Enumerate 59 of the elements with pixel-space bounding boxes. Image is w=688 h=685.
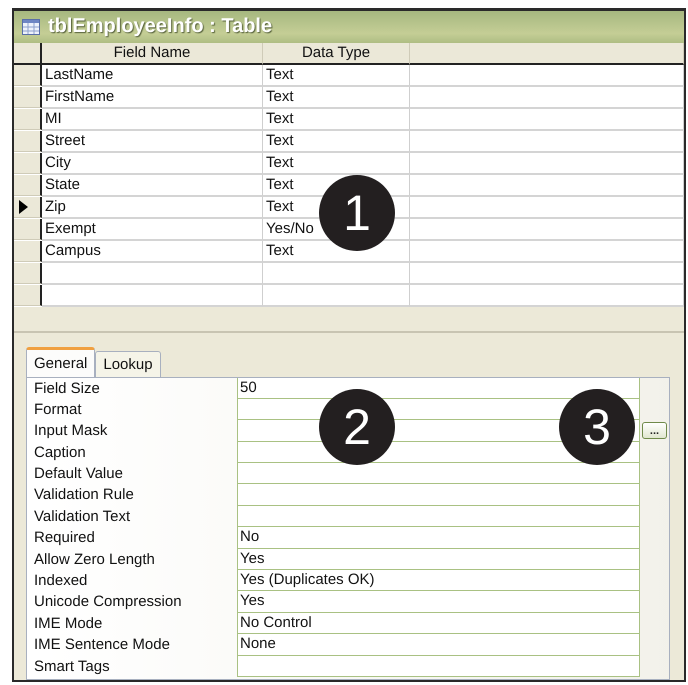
property-label: Caption [33, 442, 87, 463]
field-name-cell[interactable]: Zip [42, 196, 263, 219]
data-type-text[interactable]: Text [266, 242, 294, 259]
field-name-cell[interactable]: LastName [42, 64, 263, 87]
property-label: Input Mask [33, 421, 108, 442]
property-value-field[interactable]: 50 [237, 378, 640, 399]
row-selector[interactable] [14, 262, 42, 284]
property-value-field[interactable]: Yes [237, 548, 640, 570]
field-name-cell[interactable]: City [42, 152, 263, 175]
property-label: Required [33, 528, 96, 548]
tab[interactable]: Lookup [95, 350, 161, 377]
row-selector[interactable] [14, 196, 42, 218]
row-selector[interactable] [14, 108, 42, 130]
row-selector[interactable] [14, 86, 42, 108]
property-label: Format [33, 400, 83, 420]
tab[interactable]: General [26, 346, 96, 377]
property-label: Indexed [33, 571, 88, 592]
row-selector[interactable] [14, 240, 42, 262]
row-selector[interactable] [14, 152, 42, 174]
field-name-cell[interactable]: Campus [42, 240, 263, 263]
row-selector[interactable] [14, 130, 42, 152]
property-label: Default Value [33, 464, 124, 484]
field-name-cell[interactable]: State [42, 174, 263, 197]
data-type-text[interactable]: Text [266, 176, 294, 193]
row-selector[interactable] [14, 218, 42, 240]
row-selector[interactable] [14, 174, 42, 196]
property-value-field[interactable]: No [237, 527, 640, 549]
column-header[interactable]: Field Name [42, 42, 263, 65]
corner-cell[interactable] [14, 42, 42, 65]
property-value-field[interactable]: No Control [237, 612, 640, 634]
property-value-field[interactable]: Yes [237, 591, 640, 613]
row-selector[interactable] [14, 284, 42, 306]
data-type-text[interactable]: Text [266, 66, 294, 83]
data-type-text[interactable]: Text [266, 110, 294, 127]
current-row-icon [19, 200, 28, 214]
data-type-text[interactable]: Text [266, 132, 294, 149]
data-type-text[interactable]: Text [266, 88, 294, 105]
property-label: IME Mode [33, 614, 104, 634]
data-type-text[interactable]: Text [266, 154, 294, 171]
property-label: Smart Tags [33, 656, 111, 677]
property-value-field[interactable]: None [237, 634, 640, 656]
field-name-cell[interactable]: Street [42, 130, 263, 153]
builder-button[interactable]: ... [642, 422, 667, 440]
field-name-cell[interactable]: FirstName [42, 86, 263, 109]
row-selector[interactable] [14, 64, 42, 86]
field-name-cell[interactable]: MI [42, 108, 263, 131]
table-icon [22, 18, 40, 35]
field-name-cell[interactable]: Exempt [42, 218, 263, 241]
data-type-text[interactable]: Text [266, 198, 294, 215]
property-label: Field Size [33, 378, 101, 399]
data-type-text[interactable]: Yes/No [266, 220, 314, 237]
property-label: Validation Text [33, 506, 132, 527]
property-value-field[interactable]: Yes (Duplicates OK) [237, 570, 640, 592]
property-label: Validation Rule [33, 485, 135, 506]
window-title: tblEmployeeInfo : Table [48, 15, 272, 38]
property-label: Allow Zero Length [33, 550, 156, 570]
property-label: IME Sentence Mode [33, 635, 171, 656]
column-header[interactable]: Data Type [263, 42, 410, 65]
property-label: Unicode Compression [33, 592, 183, 612]
